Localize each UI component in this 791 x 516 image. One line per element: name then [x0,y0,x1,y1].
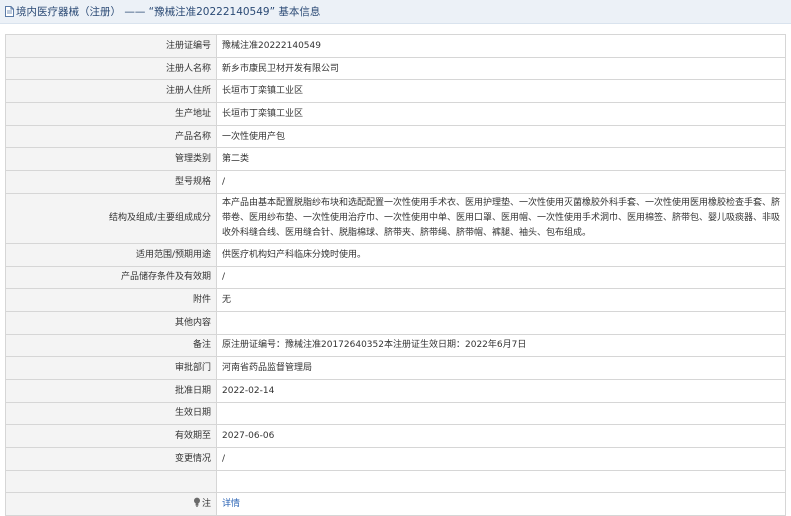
row-label: 产品储存条件及有效期 [5,265,217,290]
table-row: 结构及组成/主要组成成分 本产品由基本配置脱脂纱布块和选配配置一次性使用手术衣、… [5,192,786,244]
page-title: 境内医疗器械（注册） —— “豫械注准20222140549” 基本信息 [16,6,321,18]
row-value: 长垣市丁栾镇工业区 [216,102,786,126]
row-value: 本产品由基本配置脱脂纱布块和选配配置一次性使用手术衣、医用护理垫、一次性使用灭菌… [216,192,786,244]
table-row: 生产地址 长垣市丁栾镇工业区 [5,102,786,126]
table-row: 附件 无 [5,288,786,312]
row-label: 注册证编号 [5,34,217,58]
row-value [216,401,786,426]
table-row: 注册人住所 长垣市丁栾镇工业区 [5,79,786,104]
note-row: 注 详情 [5,492,786,516]
table-row: 产品储存条件及有效期 / [5,265,786,290]
row-label: 审批部门 [5,356,217,380]
row-value: / [216,447,786,471]
row-label: 型号规格 [5,170,217,194]
table-row: 生效日期 [5,401,786,426]
row-label: 适用范围/预期用途 [5,242,217,267]
row-value: 长垣市丁栾镇工业区 [216,79,786,104]
note-label: 注 [193,497,211,512]
row-value [216,310,786,335]
table-row [5,469,786,494]
table-row: 审批部门 河南省药品监督管理局 [5,356,786,380]
row-value: 原注册证编号：豫械注准20172640352本注册证生效日期：2022年6月7日 [216,333,786,358]
row-value [216,469,786,494]
table-row: 有效期至 2027-06-06 [5,424,786,448]
row-label: 有效期至 [5,424,217,448]
row-value: / [216,265,786,290]
table-row: 管理类别 第二类 [5,147,786,172]
row-label: 备注 [5,333,217,358]
table-row: 备注 原注册证编号：豫械注准20172640352本注册证生效日期：2022年6… [5,333,786,358]
row-label [5,469,217,494]
note-label-cell: 注 [5,492,217,516]
row-label: 生效日期 [5,401,217,426]
info-table-wrap: 注册证编号 豫械注准20222140549 注册人名称 新乡市康民卫材开发有限公… [5,34,786,516]
row-label: 批准日期 [5,378,217,403]
row-value: 豫械注准20222140549 [216,34,786,58]
row-label: 其他内容 [5,310,217,335]
table-row: 变更情况 / [5,447,786,471]
row-value: / [216,170,786,194]
table-row: 注册人名称 新乡市康民卫材开发有限公司 [5,56,786,81]
page-header: 境内医疗器械（注册） —— “豫械注准20222140549” 基本信息 [0,0,791,24]
table-row: 适用范围/预期用途 供医疗机构妇产科临床分娩时使用。 [5,242,786,267]
row-value: 无 [216,288,786,312]
table-row: 批准日期 2022-02-14 [5,378,786,403]
row-value: 供医疗机构妇产科临床分娩时使用。 [216,242,786,267]
info-table: 注册证编号 豫械注准20222140549 注册人名称 新乡市康民卫材开发有限公… [5,34,786,516]
row-label: 产品名称 [5,124,217,149]
table-row: 型号规格 / [5,170,786,194]
row-value: 河南省药品监督管理局 [216,356,786,380]
document-icon [4,6,14,18]
table-row: 注册证编号 豫械注准20222140549 [5,34,786,58]
table-row: 产品名称 一次性使用产包 [5,124,786,149]
note-value: 详情 [216,492,786,516]
bulb-icon [193,497,201,512]
table-row: 其他内容 [5,310,786,335]
row-label: 生产地址 [5,102,217,126]
row-label: 附件 [5,288,217,312]
row-label: 管理类别 [5,147,217,172]
note-label-text: 注 [201,499,211,510]
row-label: 注册人名称 [5,56,217,81]
row-label: 注册人住所 [5,79,217,104]
row-value: 新乡市康民卫材开发有限公司 [216,56,786,81]
row-value: 第二类 [216,147,786,172]
row-value: 2022-02-14 [216,378,786,403]
row-label: 结构及组成/主要组成成分 [5,192,217,244]
row-value: 一次性使用产包 [216,124,786,149]
row-value: 2027-06-06 [216,424,786,448]
row-label: 变更情况 [5,447,217,471]
details-link[interactable]: 详情 [222,499,240,509]
